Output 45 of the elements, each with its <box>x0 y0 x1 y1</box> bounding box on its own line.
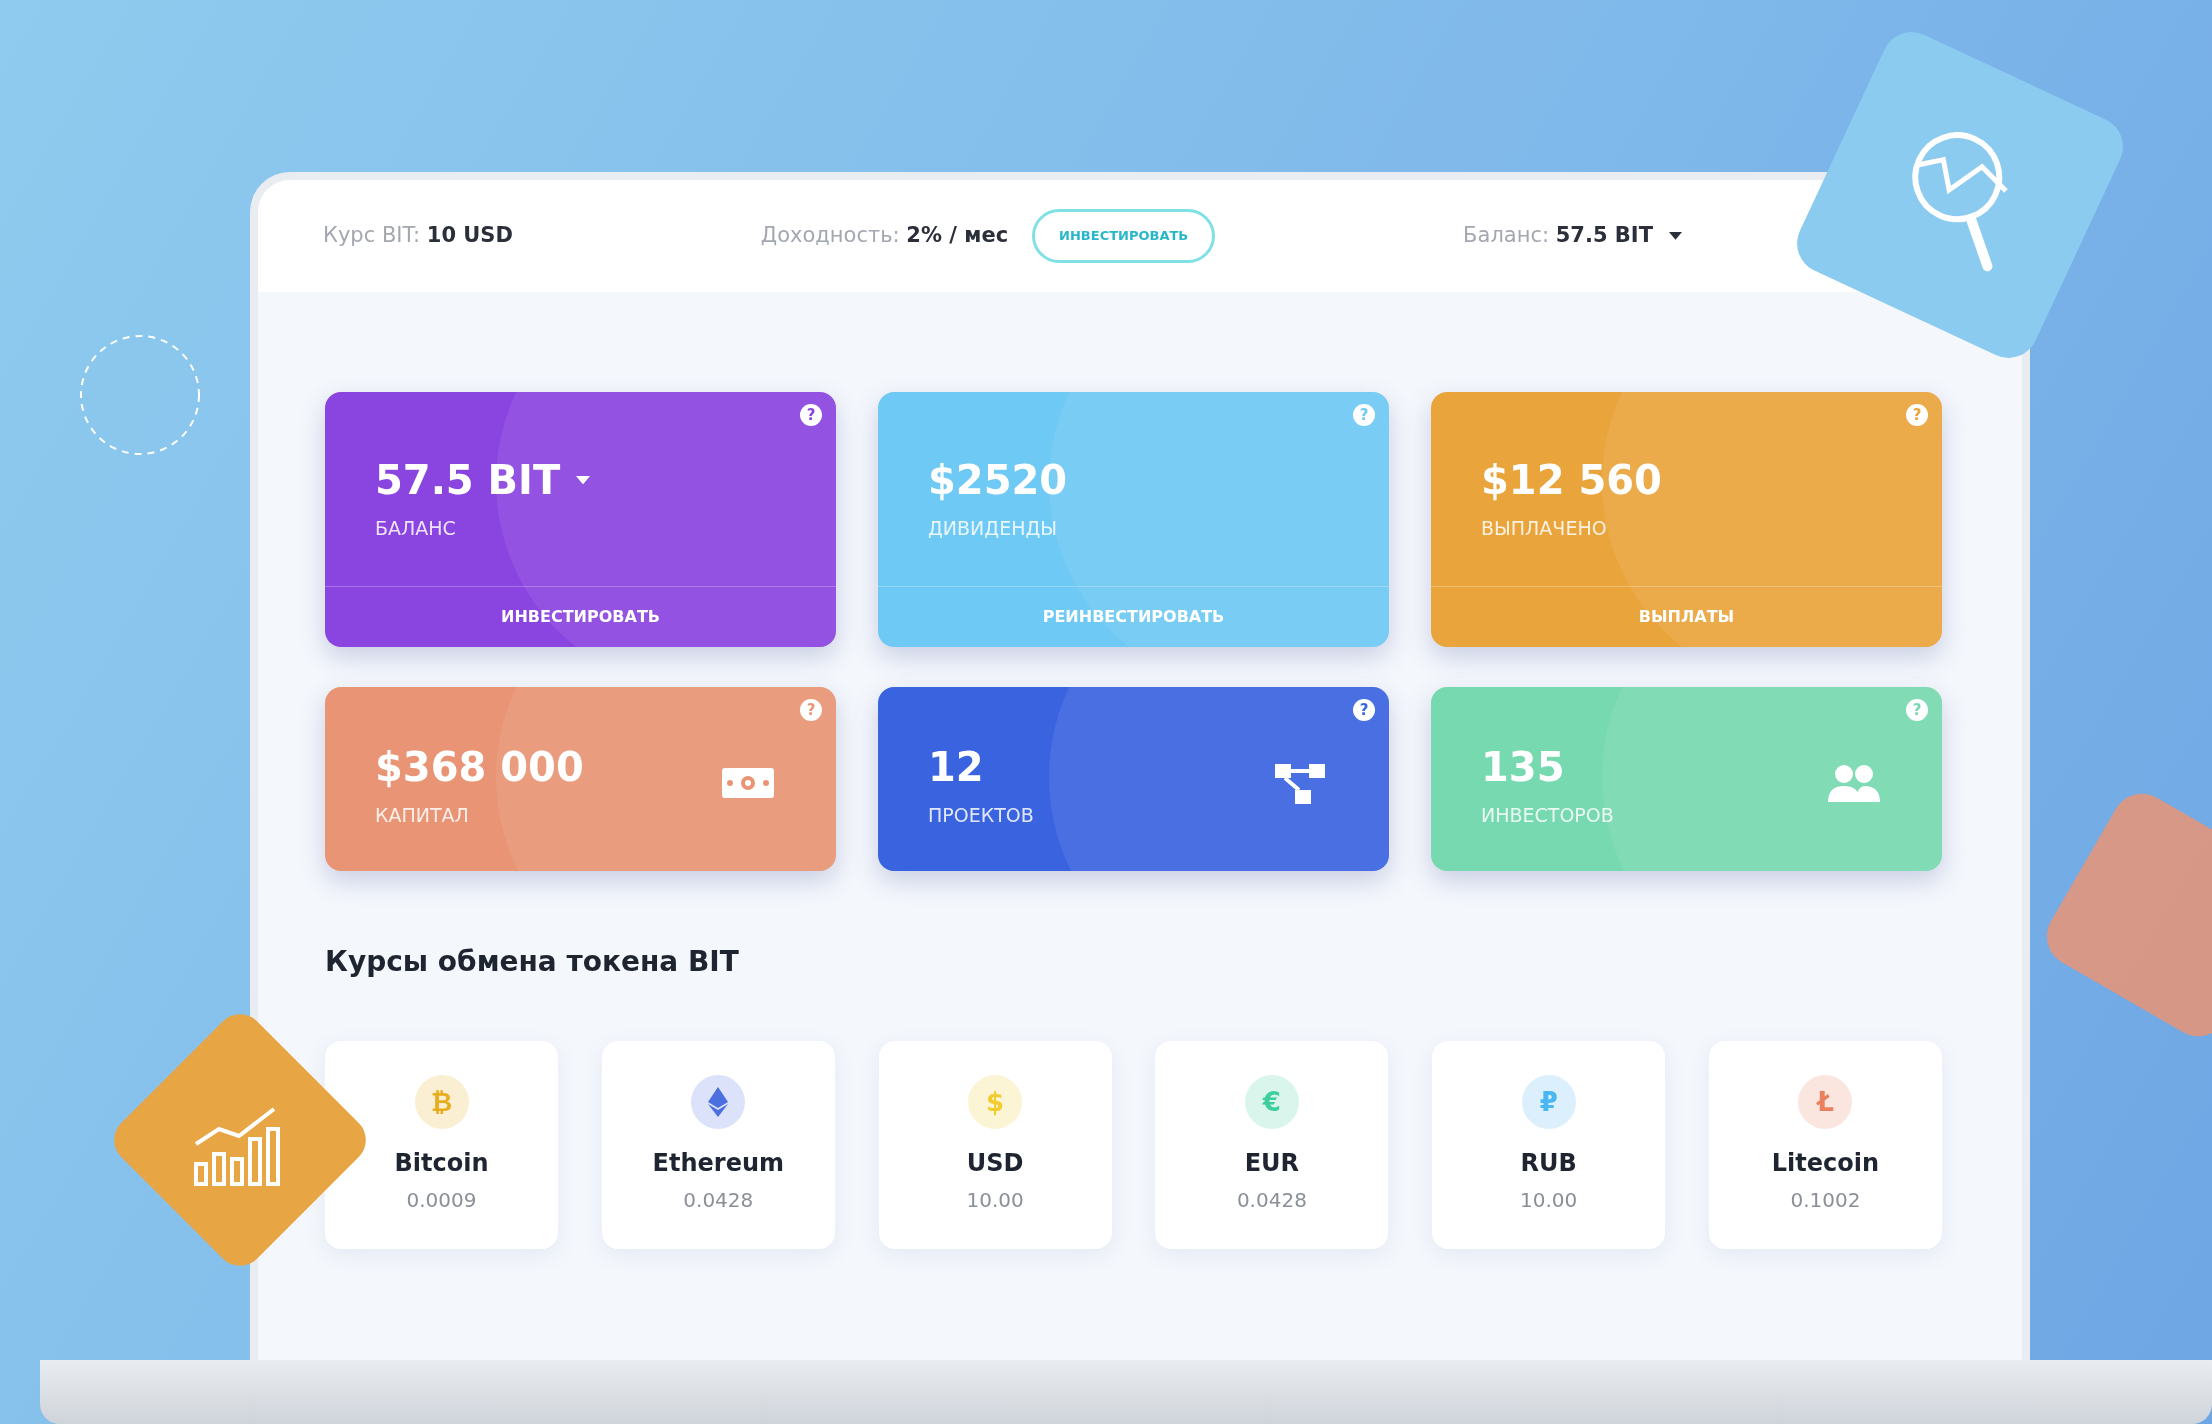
help-icon[interactable]: ? <box>1906 699 1928 721</box>
rate-value: 10.00 <box>1520 1187 1578 1214</box>
currency-name: Bitcoin <box>394 1148 489 1179</box>
currency-name: Litecoin <box>1771 1148 1880 1179</box>
card-action-button[interactable]: ИНВЕСТИРОВАТЬ <box>325 586 836 647</box>
rate-value: 0.1002 <box>1790 1187 1861 1214</box>
section-title: Курсы обмена токена BIT <box>325 944 740 980</box>
stat-label: ИНВЕСТОРОВ <box>1481 803 1614 828</box>
stat-value: 135 <box>1481 743 1565 792</box>
stat-label: КАПИТАЛ <box>375 803 470 828</box>
stat-value: 57.5 BIT <box>375 456 561 505</box>
rate-value: 10.00 <box>966 1187 1024 1214</box>
stat-label: ДИВИДЕНДЫ <box>928 516 1059 541</box>
coin-icon: ₽ <box>1521 1075 1576 1129</box>
header-stat: Доходность: 2% / мес <box>760 222 1009 250</box>
coin-icon: ₿ <box>414 1075 469 1129</box>
currency-name: RUB <box>1520 1148 1577 1179</box>
stat-value: 12 <box>928 743 984 792</box>
stat-label: БАЛАНС <box>375 516 457 541</box>
rate-value: 0.0428 <box>683 1187 754 1214</box>
help-icon[interactable]: ? <box>1353 699 1375 721</box>
rate-value: 0.0428 <box>1236 1187 1307 1214</box>
header-stat: Курс BIT: 10 USD <box>323 222 513 250</box>
stat-value: $2520 <box>928 456 1068 505</box>
rate-value: 0.0009 <box>406 1187 477 1214</box>
coin-icon: € <box>1244 1075 1299 1129</box>
caret-icon[interactable] <box>1669 232 1682 240</box>
card-action-button[interactable]: ВЫПЛАТЫ <box>1431 586 1942 647</box>
help-icon[interactable]: ? <box>800 404 822 426</box>
help-icon[interactable]: ? <box>1353 404 1375 426</box>
currency-name: EUR <box>1244 1148 1300 1179</box>
coin-icon: Ł <box>1798 1075 1853 1129</box>
stat-label: ПРОЕКТОВ <box>928 803 1034 828</box>
help-icon[interactable]: ? <box>800 699 822 721</box>
stat-value: $12 560 <box>1481 456 1662 505</box>
currency-name: USD <box>966 1148 1024 1179</box>
header-stat: Баланс: 57.5 BIT <box>1463 222 1653 250</box>
stat-value: $368 000 <box>375 743 584 792</box>
currency-name: Ethereum <box>652 1148 784 1179</box>
card-action-button[interactable]: РЕИНВЕСТИРОВАТЬ <box>878 586 1389 647</box>
dashed-circle-icon <box>78 333 202 457</box>
invest-button[interactable]: ИНВЕСТИРОВАТЬ <box>1032 209 1216 263</box>
coin-icon: $ <box>968 1075 1023 1129</box>
stat-label: ВЫПЛАЧЕНО <box>1481 516 1608 541</box>
help-icon[interactable]: ? <box>1906 404 1928 426</box>
